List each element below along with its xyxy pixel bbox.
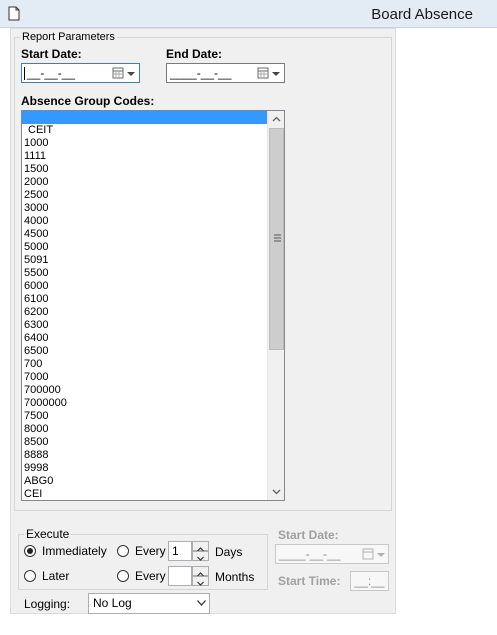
radio-button[interactable] xyxy=(24,570,36,582)
report-parameters-legend: Report Parameters xyxy=(20,31,117,43)
calendar-dropdown-icon[interactable] xyxy=(360,546,388,562)
list-item[interactable]: 1500 xyxy=(22,163,284,176)
end-date-value: ____-__-__ xyxy=(170,66,232,80)
list-item[interactable]: 7500 xyxy=(22,410,284,423)
every-months-input[interactable] xyxy=(168,566,192,586)
calendar-dropdown-icon[interactable] xyxy=(110,65,138,81)
stepper-down-button[interactable] xyxy=(192,551,209,561)
logging-select[interactable]: No Log xyxy=(88,593,210,614)
later-radio[interactable]: Later xyxy=(24,568,69,584)
months-label: Months xyxy=(215,570,255,584)
every-months-stepper[interactable] xyxy=(192,566,209,586)
stepper-down-button[interactable] xyxy=(192,576,209,586)
every-days-input[interactable]: 1 xyxy=(168,541,192,561)
stepper-up-button[interactable] xyxy=(192,566,209,577)
start-date-field[interactable]: __-__-__ xyxy=(21,63,140,83)
every-label: Every xyxy=(135,569,166,583)
radio-button[interactable] xyxy=(117,545,129,557)
schedule-start-date-field[interactable]: ____-__-__ xyxy=(275,544,389,564)
title-bar: Board Absence xyxy=(0,0,497,28)
list-item[interactable]: 1111 xyxy=(22,150,284,163)
list-item[interactable]: 700 xyxy=(22,358,284,371)
radio-button[interactable] xyxy=(24,545,36,557)
absence-group-codes-listbox[interactable]: CEIT 1000 1111 1500 2000 2500 3000 4000 4500 5000… xyxy=(21,110,285,501)
window-title: Board Absence xyxy=(371,6,473,23)
schedule-start-time-value: __:__ xyxy=(354,574,385,588)
immediately-radio[interactable]: Immediately xyxy=(24,543,107,559)
list-item[interactable]: 6100 xyxy=(22,293,284,306)
list-item[interactable]: 8888 xyxy=(22,449,284,462)
list-item[interactable]: 7000 xyxy=(22,371,284,384)
vertical-scrollbar[interactable] xyxy=(267,111,284,500)
list-item[interactable]: 4500 xyxy=(22,228,284,241)
every-months-radio[interactable]: Every xyxy=(117,568,166,584)
list-item[interactable]: 6400 xyxy=(22,332,284,345)
scroll-down-icon[interactable] xyxy=(268,483,285,500)
later-label: Later xyxy=(42,569,70,583)
list-item[interactable]: 6300 xyxy=(22,319,284,332)
schedule-start-date-value: ____-__-__ xyxy=(279,547,341,561)
days-label: Days xyxy=(215,545,243,559)
text-caret xyxy=(24,67,25,80)
immediately-label: Immediately xyxy=(42,544,107,558)
list-item[interactable]: 700000 xyxy=(22,384,284,397)
every-days-radio[interactable]: Every xyxy=(117,543,166,559)
radio-button[interactable] xyxy=(117,570,129,582)
list-item[interactable]: 5000 xyxy=(22,241,284,254)
list-item[interactable]: 8000 xyxy=(22,423,284,436)
every-days-value: 1 xyxy=(172,544,179,558)
stepper-up-button[interactable] xyxy=(192,541,209,552)
list-item[interactable]: CEI xyxy=(22,488,284,500)
scroll-up-icon[interactable] xyxy=(268,111,285,128)
list-item[interactable]: 7000000 xyxy=(22,397,284,410)
list-item[interactable]: 6000 xyxy=(22,280,284,293)
list-item[interactable]: 5500 xyxy=(22,267,284,280)
chevron-down-icon xyxy=(197,581,204,586)
list-item[interactable]: ABG0 xyxy=(22,475,284,488)
end-date-field[interactable]: ____-__-__ xyxy=(166,63,285,83)
grip-icon xyxy=(274,234,281,242)
list-item[interactable]: 6200 xyxy=(22,306,284,319)
chevron-down-icon xyxy=(197,600,206,606)
listbox-items: CEIT 1000 1111 1500 2000 2500 3000 4000 4500 5000… xyxy=(22,111,284,500)
schedule-start-time-label: Start Time: xyxy=(278,574,341,588)
list-item[interactable]: 1000 xyxy=(22,137,284,150)
start-date-value: __-__-__ xyxy=(27,66,76,80)
schedule-start-time-field[interactable]: __:__ xyxy=(350,571,389,591)
list-item[interactable]: 8500 xyxy=(22,436,284,449)
scrollbar-thumb[interactable] xyxy=(269,128,284,350)
chevron-down-icon xyxy=(197,556,204,561)
document-icon xyxy=(8,6,20,21)
every-label: Every xyxy=(135,544,166,558)
logging-select-value: No Log xyxy=(93,596,132,610)
absence-group-codes-label: Absence Group Codes: xyxy=(21,94,155,108)
list-item[interactable]: CEIT xyxy=(22,124,284,137)
every-days-stepper[interactable] xyxy=(192,541,209,561)
list-item[interactable]: 6500 xyxy=(22,345,284,358)
list-item[interactable]: 3000 xyxy=(22,202,284,215)
calendar-dropdown-icon[interactable] xyxy=(255,65,283,81)
list-item[interactable]: 2500 xyxy=(22,189,284,202)
list-item[interactable]: 9998 xyxy=(22,462,284,475)
start-date-label: Start Date: xyxy=(21,47,82,61)
list-item[interactable]: 4000 xyxy=(22,215,284,228)
list-item[interactable]: 5091 xyxy=(22,254,284,267)
schedule-start-date-label: Start Date: xyxy=(278,528,339,542)
logging-label: Logging: xyxy=(24,597,71,611)
list-item[interactable]: 2000 xyxy=(22,176,284,189)
end-date-label: End Date: xyxy=(166,47,223,61)
execute-legend: Execute xyxy=(24,527,72,541)
list-item[interactable] xyxy=(22,111,284,124)
